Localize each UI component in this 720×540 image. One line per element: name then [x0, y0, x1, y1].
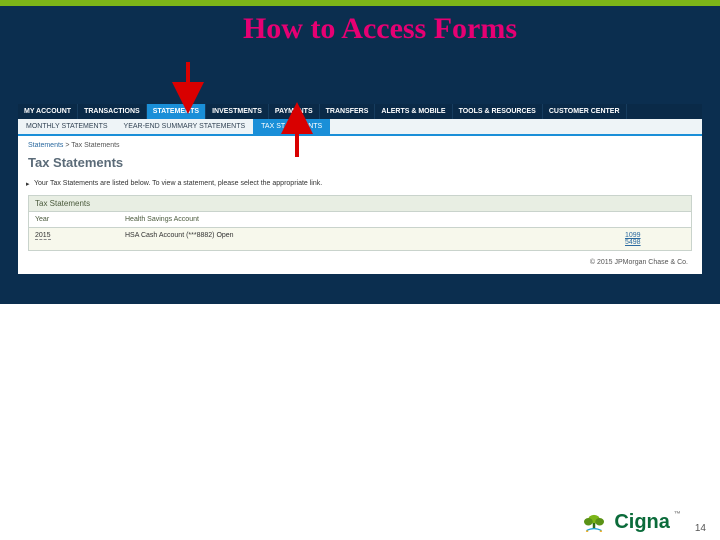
- statements-box: Tax Statements Year Health Savings Accou…: [28, 195, 692, 251]
- col-year: Year: [35, 216, 125, 223]
- subnav-tax-statements[interactable]: TAX STATEMENTS: [253, 119, 330, 134]
- link-5498[interactable]: 5498: [625, 239, 685, 246]
- link-1099[interactable]: 1099: [625, 232, 685, 239]
- nav-payments[interactable]: PAYMENTS: [269, 104, 320, 119]
- nav-tools-resources[interactable]: TOOLS & RESOURCES: [453, 104, 543, 119]
- breadcrumb: Statements > Tax Statements: [18, 136, 702, 151]
- trademark-icon: ™: [674, 511, 681, 518]
- intro-text: Your Tax Statements are listed below. To…: [18, 180, 702, 195]
- app-screenshot: MY ACCOUNT TRANSACTIONS STATEMENTS INVES…: [18, 104, 702, 274]
- brand-name: Cigna: [614, 511, 670, 534]
- nav-customer-center[interactable]: CUSTOMER CENTER: [543, 104, 627, 119]
- copyright-text: © 2015 JPMorgan Chase & Co.: [18, 255, 702, 266]
- cell-year: 2015: [35, 232, 125, 246]
- nav-statements[interactable]: STATEMENTS: [147, 104, 206, 119]
- secondary-nav: MONTHLY STATEMENTS YEAR-END SUMMARY STAT…: [18, 119, 702, 136]
- page-heading: Tax Statements: [18, 151, 702, 180]
- slide-title-bar: How to Access Forms: [0, 6, 720, 54]
- brand-logo: Cigna ™: [578, 511, 681, 534]
- screenshot-background: MY ACCOUNT TRANSACTIONS STATEMENTS INVES…: [0, 54, 720, 304]
- nav-transactions[interactable]: TRANSACTIONS: [78, 104, 147, 119]
- box-heading: Tax Statements: [29, 196, 691, 212]
- slide-title: How to Access Forms: [40, 12, 720, 46]
- cell-links: 1099 5498: [625, 232, 685, 246]
- nav-alerts-mobile[interactable]: ALERTS & MOBILE: [375, 104, 452, 119]
- nav-transfers[interactable]: TRANSFERS: [320, 104, 376, 119]
- tree-icon: [578, 513, 610, 533]
- page-number: 14: [695, 523, 706, 534]
- table-header: Year Health Savings Account: [29, 212, 691, 228]
- subnav-year-end-summary[interactable]: YEAR-END SUMMARY STATEMENTS: [116, 119, 254, 134]
- nav-investments[interactable]: INVESTMENTS: [206, 104, 269, 119]
- table-row: 2015 HSA Cash Account (***8882) Open 109…: [29, 228, 691, 250]
- subnav-monthly-statements[interactable]: MONTHLY STATEMENTS: [18, 119, 116, 134]
- breadcrumb-current: Tax Statements: [71, 142, 119, 149]
- slide-footer: Cigna ™ 14: [0, 505, 720, 540]
- breadcrumb-parent[interactable]: Statements: [28, 142, 63, 149]
- cell-account: HSA Cash Account (***8882) Open: [125, 232, 625, 246]
- nav-my-account[interactable]: MY ACCOUNT: [18, 104, 78, 119]
- col-account: Health Savings Account: [125, 216, 625, 223]
- primary-nav: MY ACCOUNT TRANSACTIONS STATEMENTS INVES…: [18, 104, 702, 119]
